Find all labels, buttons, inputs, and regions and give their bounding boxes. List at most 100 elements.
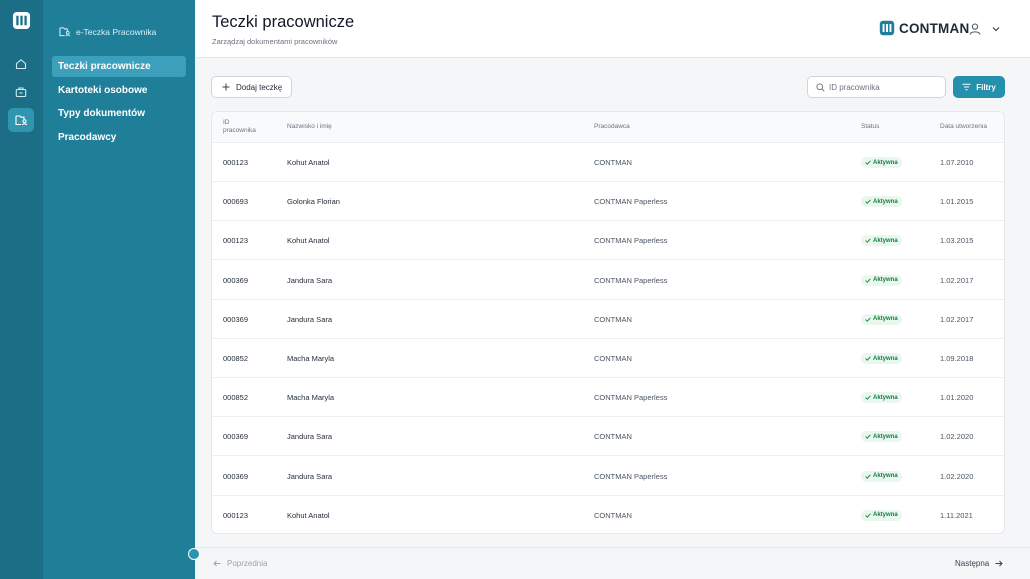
column-header-name[interactable]: Nazwisko i imię: [287, 123, 332, 131]
table-row[interactable]: 000369 Jandura Sara CONTMAN 1.02.2017 Aktywn…: [212, 300, 1004, 339]
status-badge-label: Aktywna: [873, 316, 898, 323]
cell-id: 000852: [223, 354, 249, 363]
cell-employer: CONTMAN Paperless: [594, 275, 668, 285]
add-folder-button[interactable]: Dodaj teczkę: [211, 76, 292, 98]
table-row[interactable]: 000369 Jandura Sara CONTMAN Paperless 1.02.…: [212, 261, 1004, 300]
status-badge-label: Aktywna: [873, 394, 898, 401]
cell-date: 1.01.2020: [940, 393, 974, 403]
cell-date: 1.02.2017: [940, 275, 974, 285]
status-badge: Aktywna: [861, 470, 902, 482]
search-box[interactable]: [807, 76, 946, 98]
status-badge: Aktywna: [861, 353, 902, 364]
column-header-date[interactable]: Data utworzenia: [940, 123, 987, 131]
employee-folders-table: ID pracownika Nazwisko i imię Pracodawca…: [211, 111, 1005, 534]
previous-page-button[interactable]: Poprzednia: [213, 559, 267, 568]
table-row[interactable]: 000369 Jandura Sara CONTMAN 1.02.2020 Aktywn…: [212, 417, 1004, 457]
search-icon: [816, 82, 825, 92]
table-row[interactable]: 000369 Jandura Sara CONTMAN Paperless 1.02.…: [212, 457, 1004, 496]
cell-name: Golonka Florian: [287, 197, 340, 207]
cell-employer: CONTMAN Paperless: [594, 236, 668, 246]
sidebar-item-kartoteki[interactable]: Kartoteki osobowe: [52, 80, 186, 101]
sidebar-collapse-toggle[interactable]: [188, 548, 200, 560]
search-input[interactable]: [829, 82, 939, 92]
check-icon: [865, 238, 871, 244]
check-icon: [865, 278, 871, 283]
sidebar-section-header: e-Teczka Pracownika: [59, 26, 156, 37]
chevron-down-icon[interactable]: [992, 26, 1000, 32]
cell-id: 000369: [223, 275, 249, 285]
cell-date: 1.09.2018: [940, 354, 974, 363]
cell-name: Jandura Sara: [287, 314, 333, 324]
status-badge-label: Aktywna: [873, 237, 898, 244]
filters-label: Filtry: [976, 82, 996, 92]
sidebar-item-teczki[interactable]: Teczki pracownicze: [52, 56, 186, 77]
page-header: Teczki pracownicze Zarządzaj dokumentami…: [195, 0, 1030, 58]
status-badge: Aktywna: [861, 431, 902, 443]
cell-date: 1.11.2021: [940, 510, 973, 520]
cell-name: Jandura Sara: [287, 275, 333, 285]
cell-id: 000852: [223, 393, 249, 403]
cell-employer: CONTMAN: [594, 314, 632, 324]
cell-date: 1.03.2015: [940, 236, 974, 246]
table-row[interactable]: 000123 Kohut Anatol CONTMAN 1.11.2021 Aktywn…: [212, 496, 1004, 533]
employee-folders-button[interactable]: [8, 108, 34, 132]
brand-mark-icon: [879, 20, 895, 36]
status-badge: Aktywna: [861, 313, 902, 325]
logo-icon[interactable]: [12, 11, 31, 30]
next-page-button[interactable]: Następna: [955, 559, 1003, 568]
cell-date: 1.07.2010: [940, 158, 974, 167]
previous-page-label: Poprzednia: [227, 559, 268, 568]
sidebar-item-pracodawcy[interactable]: Pracodawcy: [52, 127, 186, 148]
check-icon: [865, 513, 871, 518]
cell-date: 1.01.2015: [940, 197, 974, 207]
status-badge: Aktywna: [861, 509, 902, 521]
table-row[interactable]: 000852 Macha Maryla CONTMAN 1.09.2018 Aktywn…: [212, 339, 1004, 378]
column-header-id[interactable]: ID pracownika: [223, 119, 263, 135]
check-icon: [865, 434, 871, 440]
status-badge-label: Aktywna: [873, 355, 898, 362]
arrow-left-icon: [213, 560, 221, 567]
cell-date: 1.02.2020: [940, 471, 974, 481]
status-badge: Aktywna: [861, 196, 902, 208]
status-badge-label: Aktywna: [873, 512, 898, 519]
status-badge-label: Aktywna: [873, 277, 898, 284]
table-row[interactable]: 000693 Golonka Florian CONTMAN Paperless 1.…: [212, 182, 1004, 222]
main-content: Teczki pracownicze Zarządzaj dokumentami…: [195, 0, 1030, 579]
next-page-label: Następna: [955, 559, 990, 568]
pagination: Poprzednia Następna: [195, 547, 1030, 579]
status-badge: Aktywna: [861, 274, 902, 286]
table-row[interactable]: 000123 Kohut Anatol CONTMAN 1.07.2010 Aktywn…: [212, 143, 1004, 182]
sidebar-item-typy[interactable]: Typy dokumentów: [52, 103, 186, 124]
check-icon: [865, 395, 871, 401]
table-row[interactable]: 000852 Macha Maryla CONTMAN Paperless 1.01.…: [212, 378, 1004, 418]
sidebar: e-Teczka Pracownika Teczki pracownicze K…: [43, 0, 195, 579]
cell-employer: CONTMAN Paperless: [594, 471, 668, 481]
user-icon[interactable]: [968, 22, 982, 36]
arrow-right-icon: [995, 560, 1003, 567]
cell-name: Kohut Anatol: [287, 236, 330, 246]
cell-id: 000123: [223, 236, 249, 246]
column-header-status[interactable]: Status: [861, 123, 879, 131]
status-badge-label: Aktywna: [873, 198, 898, 205]
check-icon: [865, 356, 871, 361]
check-icon: [865, 199, 871, 205]
status-badge: Aktywna: [861, 235, 902, 247]
cell-employer: CONTMAN: [594, 158, 632, 167]
cell-name: Macha Maryla: [287, 354, 335, 363]
check-icon: [865, 317, 871, 322]
briefcase-button[interactable]: [8, 80, 34, 104]
sidebar-item-label: Pracodawcy: [58, 132, 117, 143]
cell-date: 1.02.2020: [940, 432, 974, 442]
brand-logo: CONTMAN: [879, 20, 969, 36]
filters-button[interactable]: Filtry: [953, 76, 1005, 98]
cell-id: 000693: [223, 197, 249, 207]
page-subtitle: Zarządzaj dokumentami pracowników: [212, 37, 338, 46]
status-badge-label: Aktywna: [873, 159, 898, 166]
home-button[interactable]: [8, 52, 34, 76]
cell-employer: CONTMAN: [594, 354, 632, 363]
home-icon: [15, 59, 27, 70]
sidebar-item-label: Kartoteki osobowe: [58, 85, 148, 96]
table-row[interactable]: 000123 Kohut Anatol CONTMAN Paperless 1.03.…: [212, 221, 1004, 261]
column-header-employer[interactable]: Pracodawca: [594, 123, 630, 131]
folder-user-icon: [59, 27, 71, 37]
